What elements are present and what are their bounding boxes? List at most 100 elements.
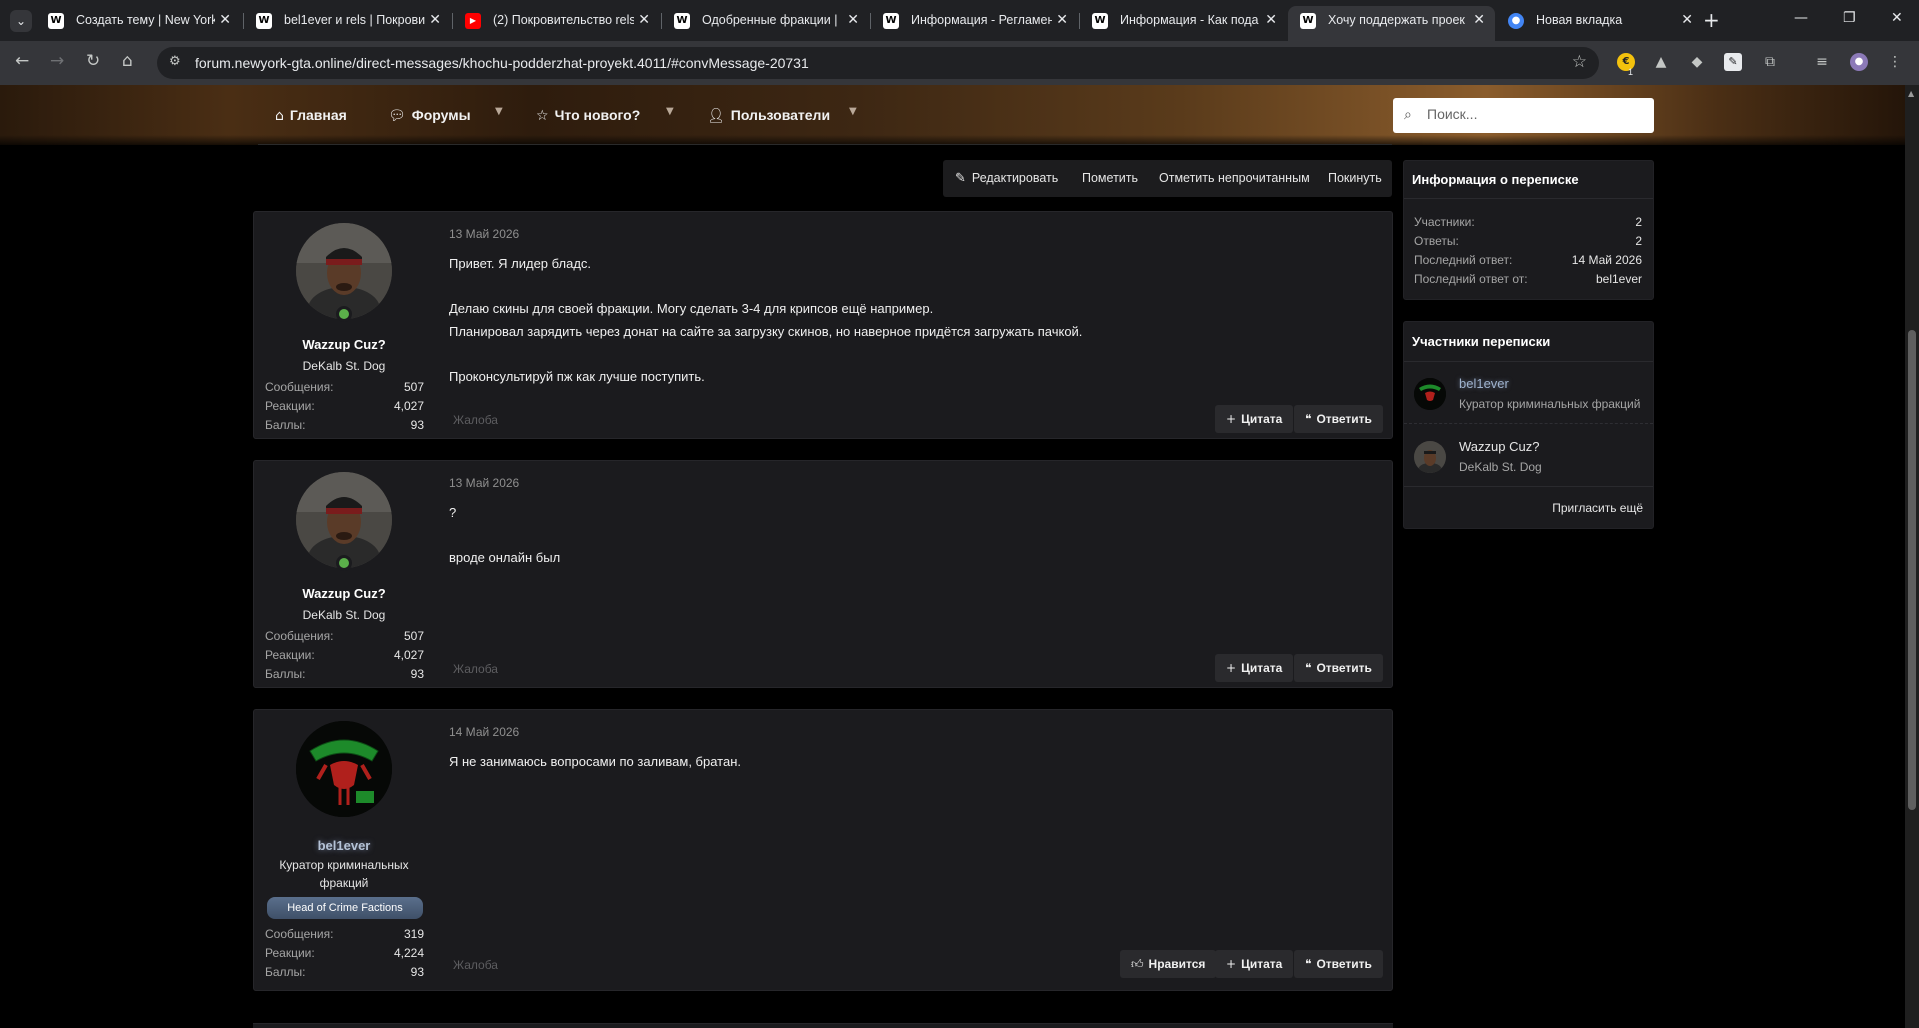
user-avatar[interactable] [296, 472, 392, 568]
youtube-favicon-icon: ▶ [465, 13, 481, 29]
message-post-2: Wazzup Cuz? DeKalb St. Dog Сообщения: 507… [253, 460, 1393, 688]
quote-button[interactable]: + Цитата [1215, 654, 1294, 682]
chrome-favicon-icon: ● [1508, 13, 1524, 29]
url-text[interactable]: forum.newyork-gta.online/direct-messages… [195, 55, 809, 71]
post-username[interactable]: Wazzup Cuz? [254, 586, 434, 601]
browser-tab-4[interactable]: W Одобренные фракции | ✕ [662, 6, 869, 35]
post-date[interactable]: 13 Май 2026 [449, 476, 519, 490]
close-tab-icon[interactable]: ✕ [1681, 6, 1693, 35]
search-input[interactable] [1427, 106, 1637, 122]
browser-menu-icon[interactable]: ⋮ [1886, 53, 1904, 71]
browser-tab-7-active[interactable]: W Хочу поддержать проек ✕ [1288, 6, 1495, 41]
new-tab-plus-icon[interactable]: + [1703, 8, 1720, 32]
close-tab-icon[interactable]: ✕ [219, 6, 231, 35]
stat-points: Баллы: 93 [265, 667, 424, 686]
browser-tab-1[interactable]: W Создать тему | New York ✕ [36, 6, 241, 35]
nav-users[interactable]: 👤︎ Пользователи [707, 107, 830, 124]
users-dropdown-caret-icon[interactable]: ▼ [849, 106, 857, 117]
participant-avatar[interactable] [1414, 378, 1446, 410]
close-tab-icon[interactable]: ✕ [1265, 6, 1277, 35]
participant-item[interactable]: Wazzup Cuz? DeKalb St. Dog [1404, 425, 1653, 487]
invite-more-link[interactable]: Пригласить ещё [1552, 501, 1643, 515]
browser-tab-6[interactable]: W Информация - Как пода ✕ [1080, 6, 1287, 35]
stat-value: 4,027 [393, 399, 424, 413]
reload-icon[interactable]: ↻ [86, 51, 100, 71]
page-scrollbar[interactable]: ▲ [1905, 85, 1919, 1028]
search-box[interactable]: ⌕ [1393, 98, 1654, 133]
report-link[interactable]: Жалоба [453, 958, 498, 972]
report-link[interactable]: Жалоба [453, 413, 498, 427]
profile-avatar-icon[interactable]: ● [1850, 53, 1868, 71]
quote-button[interactable]: + Цитата [1215, 405, 1294, 433]
close-tab-icon[interactable]: ✕ [429, 6, 441, 35]
post-user-title-line-1: Куратор криминальных [279, 858, 409, 872]
post-username[interactable]: Wazzup Cuz? [254, 337, 434, 352]
browser-tab-3[interactable]: ▶ (2) Покровительство rels ✕ [453, 6, 660, 35]
post-date[interactable]: 13 Май 2026 [449, 227, 519, 241]
scroll-up-arrow-icon[interactable]: ▲ [1908, 89, 1914, 98]
user-avatar[interactable] [296, 223, 392, 319]
close-tab-icon[interactable]: ✕ [1473, 6, 1485, 35]
close-window-icon[interactable]: ✕ [1891, 10, 1903, 26]
site-info-tune-icon[interactable]: ⚙ [169, 54, 181, 69]
stat-label: Сообщения: [265, 927, 334, 941]
stat-label: Баллы: [265, 965, 306, 979]
extension-diamond-icon[interactable]: ◆ [1688, 53, 1706, 71]
browser-tab-5[interactable]: W Информация - Регламен ✕ [871, 6, 1078, 35]
stat-value: 507 [403, 629, 424, 643]
plus-icon: + [1226, 957, 1237, 971]
post-date[interactable]: 14 Май 2026 [449, 725, 519, 739]
forums-dropdown-caret-icon[interactable]: ▼ [495, 106, 503, 117]
info-row-last-reply-by: Последний ответ от: bel1ever [1414, 272, 1642, 286]
participant-name[interactable]: Wazzup Cuz? [1459, 439, 1539, 454]
media-queue-icon[interactable]: ≡ [1813, 53, 1831, 71]
user-banner-badge: Head of Crime Factions [267, 897, 423, 919]
reply-button[interactable]: ❝ Ответить [1294, 654, 1383, 682]
message-post-3: bel1ever Куратор криминальных фракций He… [253, 709, 1393, 991]
bookmark-star-icon[interactable]: ☆ [1572, 52, 1587, 72]
like-button[interactable]: 👍︎ Нравится [1120, 950, 1217, 978]
scrollbar-thumb[interactable] [1908, 330, 1916, 810]
reply-button[interactable]: ❝ Ответить [1294, 950, 1383, 978]
info-value: 2 [1635, 234, 1642, 248]
report-link[interactable]: Жалоба [453, 662, 498, 676]
reply-button[interactable]: ❝ Ответить [1294, 405, 1383, 433]
address-bar[interactable]: ⚙ forum.newyork-gta.online/direct-messag… [157, 47, 1599, 79]
tab-search-chevron-icon[interactable]: ⌄ [10, 10, 32, 32]
browser-tab-2[interactable]: W bel1ever и rels | Покровит ✕ [244, 6, 451, 35]
quote-button[interactable]: + Цитата [1215, 950, 1294, 978]
mark-unread-button[interactable]: Отметить непрочитанным [1159, 171, 1310, 185]
participant-name[interactable]: bel1ever [1459, 376, 1509, 391]
info-key: Последний ответ от: [1414, 272, 1528, 286]
back-arrow-icon[interactable]: ← [15, 51, 29, 71]
edit-button[interactable]: ✎ Редактировать [955, 171, 1058, 186]
nav-home[interactable]: ⌂ Главная [275, 107, 347, 124]
leave-button[interactable]: Покинуть [1328, 171, 1382, 185]
participant-item[interactable]: bel1ever Куратор криминальных фракций [1404, 362, 1653, 424]
restore-icon[interactable]: ❐ [1843, 10, 1856, 26]
vagos-logo-avatar-icon [296, 721, 392, 817]
user-avatar[interactable] [296, 721, 392, 817]
minimize-icon[interactable]: — [1794, 10, 1808, 26]
mark-button[interactable]: Пометить [1082, 171, 1138, 185]
post-username[interactable]: bel1ever [254, 838, 434, 853]
participant-avatar[interactable] [1414, 441, 1446, 473]
nav-whats-new[interactable]: ☆ Что нового? [536, 107, 640, 124]
post-user-stats-list: Сообщения: 507 Реакции: 4,027 Баллы: 93 [265, 380, 424, 437]
avatar-portrait-icon [1414, 441, 1446, 473]
close-tab-icon[interactable]: ✕ [1056, 6, 1068, 35]
stat-value: 93 [410, 965, 424, 979]
extension-script-icon[interactable]: ✎ [1724, 53, 1742, 71]
close-tab-icon[interactable]: ✕ [847, 6, 859, 35]
home-icon[interactable]: ⌂ [122, 51, 133, 71]
nav-forums[interactable]: 💬︎ Форумы [388, 107, 471, 124]
info-value[interactable]: bel1ever [1596, 272, 1642, 286]
whats-new-dropdown-caret-icon[interactable]: ▼ [666, 106, 674, 117]
conversation-info-block: Информация о переписке Участники: 2 Ответ… [1403, 160, 1654, 300]
extension-warning-icon[interactable]: ▲ [1652, 53, 1670, 71]
post-text-line [449, 343, 1082, 366]
forward-arrow-icon[interactable]: → [50, 51, 64, 71]
close-tab-icon[interactable]: ✕ [638, 6, 650, 35]
extensions-puzzle-icon[interactable]: ⧉ [1761, 53, 1779, 71]
browser-tab-8[interactable]: ● Новая вкладка ✕ [1496, 6, 1703, 35]
